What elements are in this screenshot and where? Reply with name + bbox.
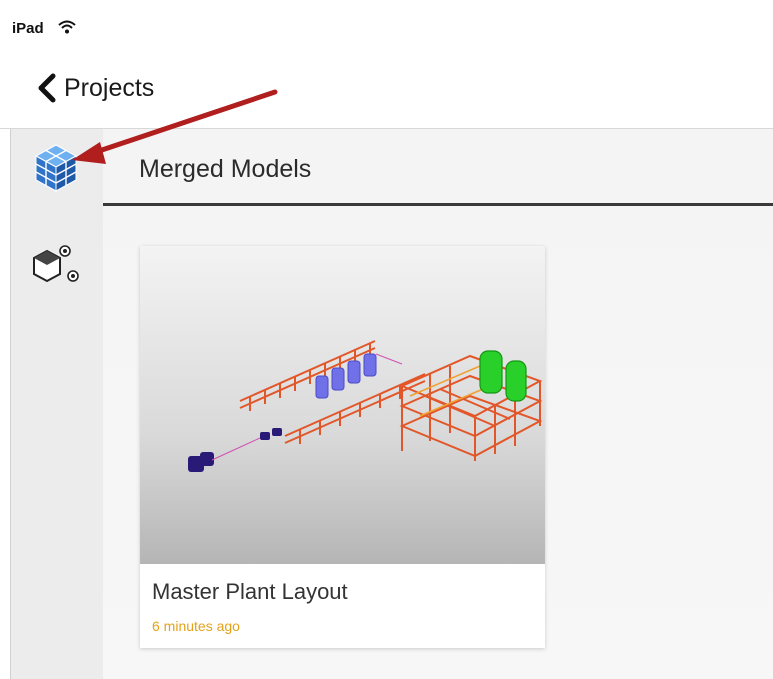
section-divider <box>103 203 773 206</box>
chevron-left-icon <box>38 73 56 103</box>
model-thumbnail <box>140 246 545 564</box>
status-bar: iPad <box>0 0 773 44</box>
wifi-icon <box>58 20 76 34</box>
card-timestamp: 6 minutes ago <box>152 618 240 634</box>
main-content: Merged Models Master Plant Layout 6 minu… <box>103 129 773 679</box>
device-label: iPad <box>12 20 44 37</box>
model-card[interactable]: Master Plant Layout 6 minutes ago <box>140 246 545 648</box>
sidebar <box>10 129 104 679</box>
card-title: Master Plant Layout <box>152 579 348 604</box>
models-icon[interactable] <box>29 241 83 295</box>
annotation-arrow-icon <box>72 89 278 164</box>
